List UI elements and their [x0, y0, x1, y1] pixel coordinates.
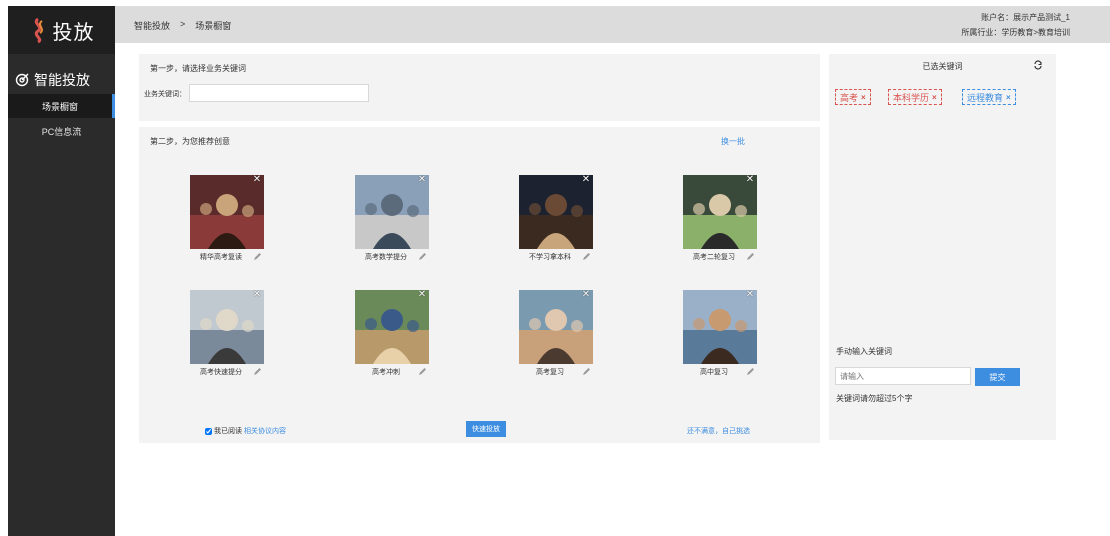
- sidebar-item-label: 场景橱窗: [41, 101, 78, 112]
- self-select-link[interactable]: 还不满意，自己挑选: [687, 426, 750, 436]
- target-icon: [15, 73, 29, 87]
- account-industry: 所属行业：学历教育>教育培训: [961, 28, 1070, 37]
- keyword-hint: 关键词请勿超过5个字: [836, 394, 913, 403]
- photo-students-tablet-icon[interactable]: ✕: [683, 175, 757, 249]
- keyword-tag[interactable]: 本科学历 ×: [888, 89, 942, 105]
- creative-card[interactable]: ✕ 高考二轮复习: [676, 175, 766, 267]
- breadcrumb-separator: >: [180, 19, 186, 29]
- manual-keyword-title: 手动输入关键词: [836, 347, 892, 356]
- close-icon[interactable]: ✕: [745, 290, 755, 300]
- remove-tag-icon[interactable]: ×: [1006, 93, 1011, 102]
- close-icon[interactable]: ✕: [581, 290, 591, 300]
- creative-card[interactable]: ✕ 高中复习: [676, 290, 766, 382]
- keyword-tag-label: 高考: [840, 92, 859, 103]
- remove-tag-icon[interactable]: ×: [861, 93, 866, 102]
- pencil-icon[interactable]: [582, 367, 591, 376]
- agreement: 我已阅读 相关协议内容: [205, 426, 286, 436]
- keyword-field-label: 业务关键词：: [144, 91, 186, 98]
- quick-launch-button[interactable]: 快速投放: [466, 421, 506, 437]
- keyword-tag-label: 远程教育: [967, 92, 1004, 103]
- keyword-tag[interactable]: 远程教育 ×: [962, 89, 1016, 105]
- creative-card-label: 高中复习: [700, 369, 728, 376]
- keyword-input[interactable]: [189, 84, 369, 102]
- photo-graduates-icon[interactable]: ✕: [519, 175, 593, 249]
- sidebar: 投放 智能投放 场景橱窗 PC信息流: [8, 6, 115, 536]
- pencil-icon[interactable]: [418, 252, 427, 261]
- creative-card-label: 高考数学提分: [365, 254, 407, 261]
- selected-keywords-title: 已选关键词: [922, 62, 963, 71]
- remove-tag-icon[interactable]: ×: [932, 93, 937, 102]
- sidebar-item-pc-feed[interactable]: PC信息流: [8, 119, 115, 143]
- creative-card[interactable]: ✕ 高考数学提分: [348, 175, 438, 267]
- pencil-icon[interactable]: [253, 367, 262, 376]
- close-icon[interactable]: ✕: [417, 175, 427, 185]
- breadcrumb: 智能投放 > 场景橱窗: [134, 19, 231, 32]
- creative-card[interactable]: ✕ 高考冲刺: [348, 290, 438, 382]
- creative-card-label: 精华高考复读: [200, 254, 242, 261]
- pencil-icon[interactable]: [582, 252, 591, 261]
- close-icon[interactable]: ✕: [252, 175, 262, 185]
- manual-keyword-input[interactable]: [835, 367, 971, 385]
- refresh-link[interactable]: 换一批: [721, 136, 745, 147]
- creative-card-label: 高考冲刺: [372, 369, 400, 376]
- account-name: 账户名：展示产品测试_1: [981, 13, 1070, 22]
- submit-button[interactable]: 提交: [975, 368, 1020, 386]
- photo-student-group-icon[interactable]: ✕: [683, 290, 757, 364]
- logo-text: 投放: [52, 21, 95, 44]
- close-icon[interactable]: ✕: [581, 175, 591, 185]
- creative-card[interactable]: ✕ 高考快速提分: [183, 290, 273, 382]
- creative-card-label: 高考二轮复习: [693, 254, 735, 261]
- account-info: 账户名：展示产品测试_1 所属行业：学历教育>教育培训: [961, 10, 1070, 40]
- sidebar-section-label: 智能投放: [34, 72, 90, 88]
- creative-card-label: 高考复习: [536, 369, 564, 376]
- sidebar-section-title: 智能投放: [8, 66, 115, 94]
- keyword-tag[interactable]: 高考 ×: [835, 89, 871, 105]
- step1-panel: 第一步，请选择业务关键词 业务关键词：: [139, 54, 820, 121]
- logo-mark-icon: [34, 17, 43, 43]
- creative-card[interactable]: ✕ 不学习拿本科: [512, 175, 602, 267]
- creative-card[interactable]: ✕ 精华高考复读: [183, 175, 273, 267]
- reset-icon[interactable]: [1033, 60, 1043, 70]
- step2-title: 第二步，为您推荐创意: [150, 137, 230, 146]
- top-header: 智能投放 > 场景橱窗 账户名：展示产品测试_1 所属行业：学历教育>教育培训: [115, 6, 1110, 43]
- breadcrumb-smart-launch[interactable]: 智能投放: [134, 19, 170, 32]
- logo: 投放: [8, 6, 115, 54]
- photo-girl-selfie-icon[interactable]: ✕: [519, 290, 593, 364]
- photo-campus-crowd-icon[interactable]: ✕: [355, 175, 429, 249]
- agree-text: 我已阅读: [214, 428, 242, 435]
- sidebar-item-scene-window[interactable]: 场景橱窗: [8, 94, 115, 118]
- pencil-icon[interactable]: [746, 252, 755, 261]
- close-icon[interactable]: ✕: [417, 290, 427, 300]
- photo-student-reading-icon[interactable]: ✕: [190, 175, 264, 249]
- sidebar-item-label: PC信息流: [41, 126, 82, 137]
- agreement-link[interactable]: 相关协议内容: [244, 426, 286, 436]
- photo-students-walking-icon[interactable]: ✕: [355, 290, 429, 364]
- creative-card[interactable]: ✕ 高考复习: [512, 290, 602, 382]
- keyword-tag-label: 本科学历: [893, 92, 930, 103]
- pencil-icon[interactable]: [746, 367, 755, 376]
- close-icon[interactable]: ✕: [252, 290, 262, 300]
- pencil-icon[interactable]: [418, 367, 427, 376]
- creative-card-label: 高考快速提分: [200, 369, 242, 376]
- photo-student-laptop-icon[interactable]: ✕: [190, 290, 264, 364]
- close-icon[interactable]: ✕: [745, 175, 755, 185]
- pencil-icon[interactable]: [253, 252, 262, 261]
- agree-checkbox[interactable]: [205, 427, 212, 435]
- step1-title: 第一步，请选择业务关键词: [150, 64, 246, 73]
- creative-card-label: 不学习拿本科: [529, 254, 571, 261]
- breadcrumb-scene-window: 场景橱窗: [195, 21, 232, 31]
